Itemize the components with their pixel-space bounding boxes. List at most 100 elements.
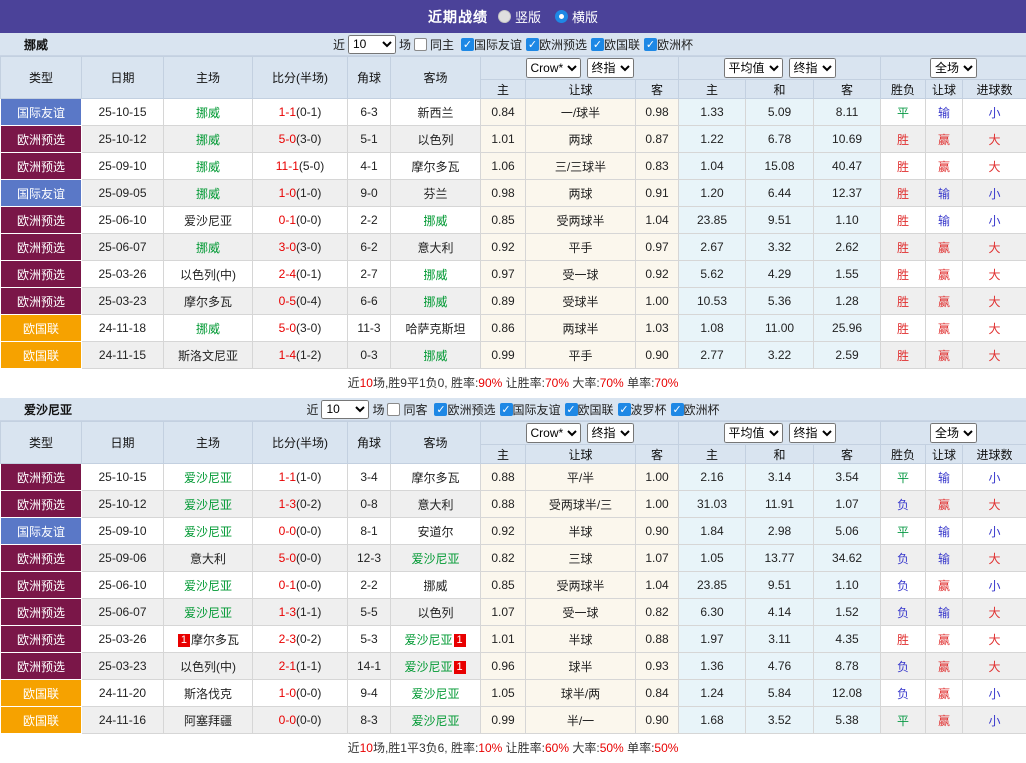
competition-checkbox[interactable]: ✓ — [644, 38, 657, 51]
full-time-score: 0-5 — [279, 294, 296, 308]
competition-checkbox[interactable]: ✓ — [618, 403, 631, 416]
avg-source-select[interactable]: 平均值 — [724, 58, 783, 78]
corner-cell: 5-1 — [348, 126, 391, 153]
horizontal-layout-label: 横版 — [572, 7, 598, 26]
competition-checkbox[interactable]: ✓ — [591, 38, 604, 51]
competition-checkbox[interactable]: ✓ — [461, 38, 474, 51]
col-header-odds-away: 客 — [636, 445, 679, 464]
away-team-cell: 爱沙尼亚1 — [391, 626, 481, 653]
wdl-result-cell: 负 — [881, 545, 926, 572]
handicap-cell: 受一球 — [526, 261, 636, 288]
avg-away-cell: 5.06 — [814, 518, 881, 545]
home-team-cell: 摩尔多瓦 — [164, 288, 253, 315]
avg-draw-cell: 11.00 — [746, 315, 814, 342]
scope-select[interactable]: 全场 — [930, 423, 977, 443]
full-time-score: 5-0 — [279, 551, 296, 565]
match-count-select[interactable]: 10 — [321, 400, 369, 419]
col-header-type: 类型 — [1, 57, 82, 99]
home-team-name: 意大利 — [190, 552, 226, 566]
home-team-name: 爱沙尼亚 — [184, 214, 232, 228]
handicap-cell: 三/三球半 — [526, 153, 636, 180]
wdl-result-cell: 胜 — [881, 626, 926, 653]
score-cell: 0-0(0-0) — [253, 518, 348, 545]
goals-result-cell: 大 — [963, 599, 1026, 626]
competition-checkbox[interactable]: ✓ — [526, 38, 539, 51]
odds-home-cell: 0.92 — [481, 234, 526, 261]
competition-checkbox[interactable]: ✓ — [434, 403, 447, 416]
competition-label: 欧洲预选 — [447, 401, 495, 418]
date-cell: 25-09-10 — [82, 518, 164, 545]
corner-cell: 6-3 — [348, 99, 391, 126]
handicap-result-cell: 输 — [926, 599, 963, 626]
odds-home-cell: 0.85 — [481, 572, 526, 599]
table-row: 欧国联24-11-18挪威5-0(3-0)11-3哈萨克斯坦0.86两球半1.0… — [1, 315, 1026, 342]
summary-segment: 60% — [545, 741, 569, 755]
odds-home-cell: 0.84 — [481, 99, 526, 126]
odds-home-cell: 0.82 — [481, 545, 526, 572]
avg-final-select[interactable]: 终指 — [789, 58, 836, 78]
odds-final-select[interactable]: 终指 — [587, 58, 634, 78]
away-team-cell: 以色列 — [391, 599, 481, 626]
full-time-score: 1-3 — [279, 605, 296, 619]
home-team-cell: 以色列(中) — [164, 653, 253, 680]
same-venue-checkbox[interactable] — [414, 38, 427, 51]
match-type-cell: 国际友谊 — [1, 180, 82, 207]
half-time-score: (0-0) — [296, 578, 321, 592]
handicap-result-cell: 赢 — [926, 680, 963, 707]
avg-draw-cell: 9.51 — [746, 207, 814, 234]
date-cell: 25-09-10 — [82, 153, 164, 180]
full-time-score: 1-0 — [279, 186, 296, 200]
corner-cell: 2-7 — [348, 261, 391, 288]
score-cell: 2-3(0-2) — [253, 626, 348, 653]
date-cell: 25-03-23 — [82, 653, 164, 680]
match-type-cell: 欧洲预选 — [1, 464, 82, 491]
avg-home-cell: 10.53 — [679, 288, 746, 315]
full-time-score: 1-1 — [279, 470, 296, 484]
vertical-layout-radio[interactable] — [498, 10, 511, 23]
goals-result-cell: 大 — [963, 261, 1026, 288]
section-team-name: 挪威 — [24, 36, 48, 53]
table-row: 欧洲预选25-03-23摩尔多瓦0-5(0-4)6-6挪威0.89受球半1.00… — [1, 288, 1026, 315]
col-header-corner: 角球 — [348, 422, 391, 464]
filter-games-label: 场 — [372, 401, 384, 418]
scope-group-header: 全场 — [881, 57, 1026, 80]
competition-checkbox[interactable]: ✓ — [500, 403, 513, 416]
avg-draw-cell: 15.08 — [746, 153, 814, 180]
avg-source-select[interactable]: 平均值 — [724, 423, 783, 443]
date-cell: 24-11-20 — [82, 680, 164, 707]
handicap-cell: 两球 — [526, 126, 636, 153]
competition-filter-item: ✓欧国联 — [591, 36, 640, 53]
half-time-score: (1-0) — [296, 470, 321, 484]
handicap-cell: 受两球半 — [526, 572, 636, 599]
table-row: 欧国联24-11-15斯洛文尼亚1-4(1-2)0-3挪威0.99平手0.902… — [1, 342, 1026, 369]
odds-group-header: Crow* 终指 — [481, 57, 679, 80]
match-count-select[interactable]: 10 — [348, 35, 396, 54]
odds-source-select[interactable]: Crow* — [526, 423, 581, 443]
horizontal-layout-radio[interactable] — [555, 10, 568, 23]
handicap-cell: 受两球半 — [526, 207, 636, 234]
half-time-score: (1-1) — [296, 659, 321, 673]
competition-checkbox[interactable]: ✓ — [565, 403, 578, 416]
competition-checkbox[interactable]: ✓ — [671, 403, 684, 416]
corner-cell: 5-3 — [348, 626, 391, 653]
away-team-cell: 挪威 — [391, 572, 481, 599]
date-cell: 25-03-26 — [82, 626, 164, 653]
odds-home-cell: 0.92 — [481, 518, 526, 545]
same-venue-checkbox[interactable] — [387, 403, 400, 416]
odds-source-select[interactable]: Crow* — [526, 58, 581, 78]
vertical-layout-label: 竖版 — [515, 7, 541, 26]
half-time-score: (3-0) — [296, 240, 321, 254]
results-tbody: 欧洲预选25-10-15爱沙尼亚1-1(1-0)3-4摩尔多瓦0.88平/半1.… — [1, 464, 1026, 734]
home-team-cell: 挪威 — [164, 153, 253, 180]
col-header-avg-home: 主 — [679, 80, 746, 99]
avg-final-select[interactable]: 终指 — [789, 423, 836, 443]
table-row: 欧洲预选25-06-07爱沙尼亚1-3(1-1)5-5以色列1.07受一球0.8… — [1, 599, 1026, 626]
table-row: 欧洲预选25-09-06意大利5-0(0-0)12-3爱沙尼亚0.82三球1.0… — [1, 545, 1026, 572]
odds-home-cell: 1.07 — [481, 599, 526, 626]
home-team-name: 爱沙尼亚 — [184, 471, 232, 485]
table-row: 欧洲预选25-06-07挪威3-0(3-0)6-2意大利0.92平手0.972.… — [1, 234, 1026, 261]
odds-final-select[interactable]: 终指 — [587, 423, 634, 443]
match-type-cell: 欧洲预选 — [1, 653, 82, 680]
col-header-corner: 角球 — [348, 57, 391, 99]
scope-select[interactable]: 全场 — [930, 58, 977, 78]
